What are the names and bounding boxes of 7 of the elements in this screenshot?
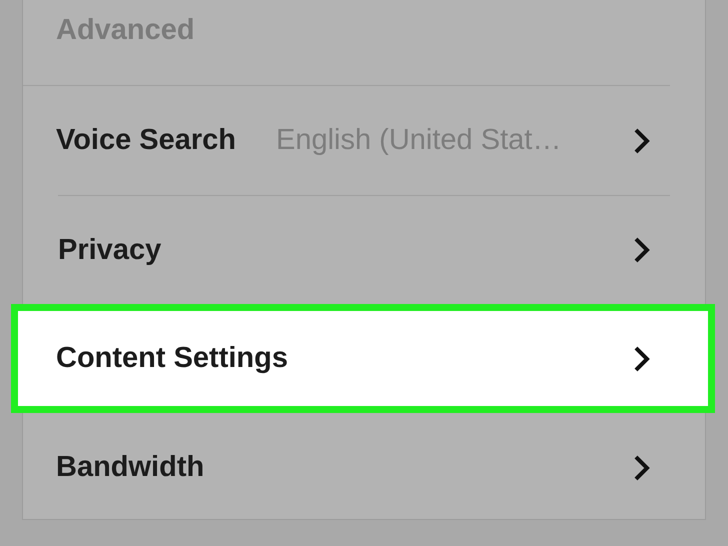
- section-header: Advanced: [23, 0, 670, 86]
- chevron-right-icon: [632, 452, 652, 482]
- settings-item[interactable]: Bandwidth: [23, 413, 705, 522]
- chevron-right-icon: [632, 344, 652, 374]
- chevron-right-icon: [632, 235, 652, 265]
- settings-item[interactable]: Content Settings: [11, 304, 715, 413]
- chevron-right-icon: [632, 126, 652, 156]
